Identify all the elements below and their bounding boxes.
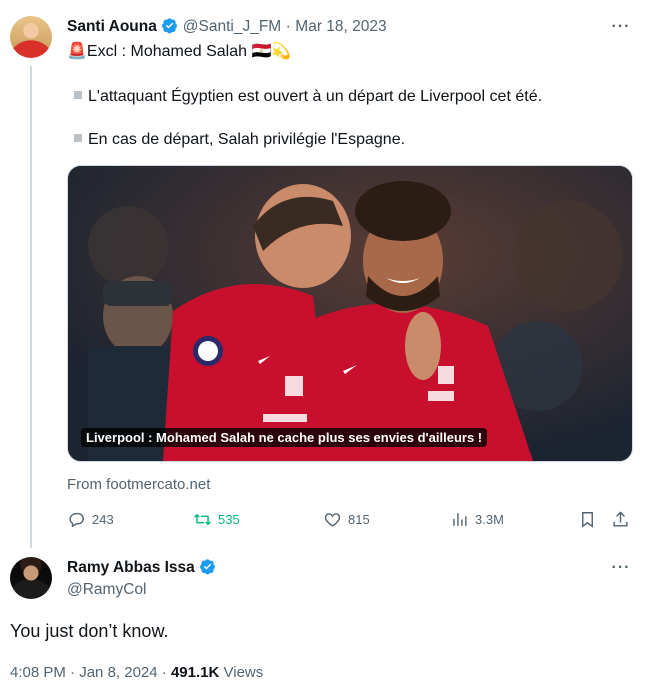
tweet2-header: Ramy Abbas Issa [67,558,216,577]
tweet1-header: Santi Aouna @Santi_J_FM · Mar 18, 2023 [67,17,387,36]
reply-count: 243 [92,512,114,527]
tweet1-actions: 243 535 815 3.3M [0,510,656,532]
tweet2-footer: 4:08 PM · Jan 8, 2024 · 491.1K Views [10,664,263,681]
verified-badge-icon [162,18,178,34]
alarm-emoji: 🚨 [67,43,87,60]
point2-text: En cas de départ, Salah privilégie l'Esp… [88,131,406,148]
card-caption: Liverpool : Mohamed Salah ne cache plus … [81,428,488,447]
footer-dot: · [70,664,76,681]
views-count: 3.3M [475,512,504,527]
bookmark-button[interactable] [578,510,597,529]
tweet1-author-name[interactable]: Santi Aouna [67,18,157,35]
like-icon [324,513,341,527]
tweet2-date[interactable]: Jan 8, 2024 [79,664,157,681]
like-count: 815 [348,512,370,527]
avatar-ramy-abbas-issa[interactable] [10,557,52,599]
tweet1-handle[interactable]: @Santi_J_FM [183,18,281,35]
bullet-square-icon [74,91,82,99]
tweet2-views-count: 491.1K [170,664,220,681]
tweet2-handle[interactable]: @RamyCol [67,581,146,599]
tweet1-headline: 🚨Excl : Mohamed Salah 🇪🇬💫 [67,42,291,62]
tweet2-time[interactable]: 4:08 PM [10,664,66,681]
headline-text: Excl : Mohamed Salah [86,43,247,60]
thread-line [30,66,32,548]
card-photo [68,166,632,461]
bullet-square-icon [74,134,82,142]
dizzy-emoji: 💫 [271,43,292,60]
verified-badge-icon [200,559,216,575]
more-icon[interactable]: ··· [611,17,631,37]
retweet-button[interactable]: 535 [193,510,240,529]
views-button[interactable]: 3.3M [450,510,504,529]
more-icon[interactable]: ··· [611,558,631,578]
retweet-count: 535 [218,512,240,527]
card-source-link[interactable]: From footmercato.net [67,476,210,493]
reply-icon [69,512,84,528]
bookmark-icon [582,512,593,528]
tweet1-dot: · [285,18,291,35]
tweet2-views-label: Views [223,664,264,681]
retweet-icon [194,513,211,526]
point1-text: L'attaquant Égyptien est ouvert à un dép… [88,88,543,105]
footer-dot: · [161,664,167,681]
like-button[interactable]: 815 [323,510,370,529]
views-icon [453,513,467,526]
link-card-image[interactable]: Liverpool : Mohamed Salah ne cache plus … [67,165,633,462]
share-icon [613,511,628,527]
egypt-flag-emoji: 🇪🇬 [251,43,272,60]
share-button[interactable] [611,510,630,529]
tweet1-date[interactable]: Mar 18, 2023 [295,18,386,35]
tweet1-point1: L'attaquant Égyptien est ouvert à un dép… [74,87,542,107]
avatar-santi-aouna[interactable] [10,16,52,58]
tweet1-point2: En cas de départ, Salah privilégie l'Esp… [74,130,405,150]
tweet2-author-name[interactable]: Ramy Abbas Issa [67,559,195,576]
reply-button[interactable]: 243 [67,510,114,529]
tweet2-text: You just don’t know. [10,621,169,641]
